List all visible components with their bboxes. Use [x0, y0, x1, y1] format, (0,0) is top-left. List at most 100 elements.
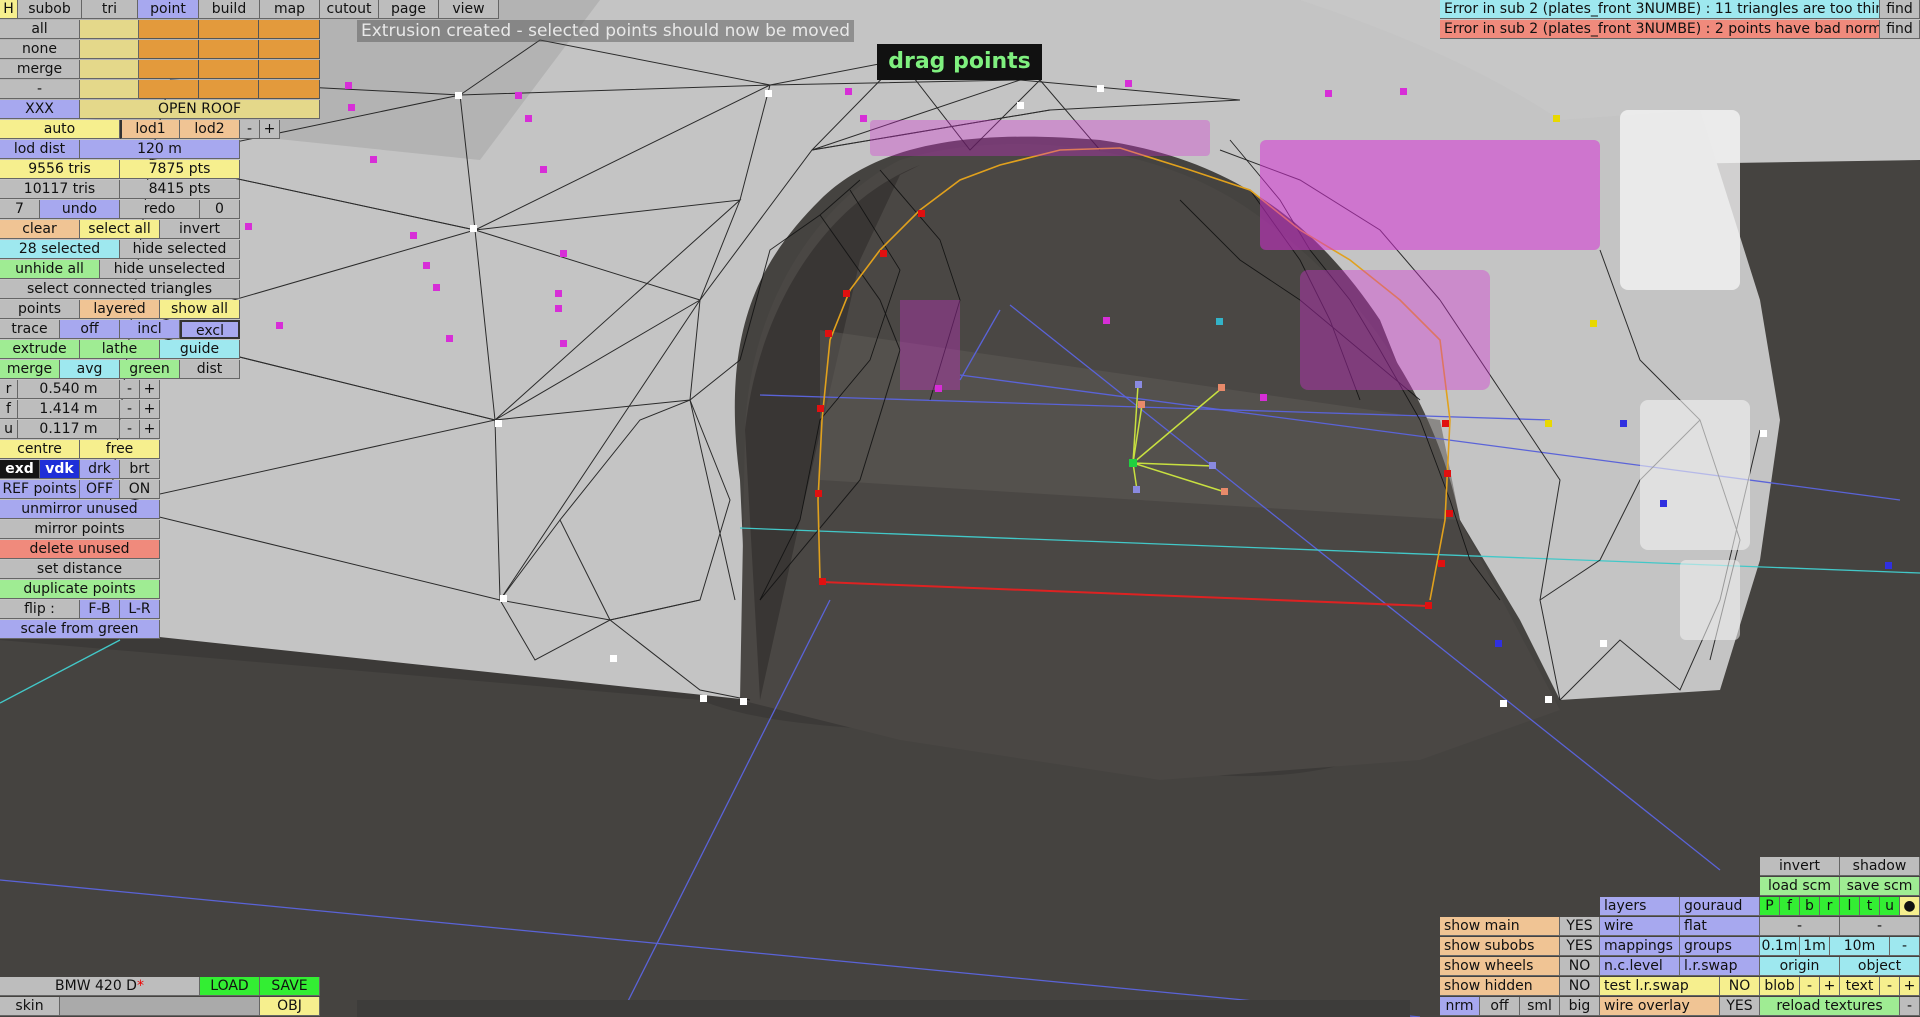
flip-lr-button[interactable]: L-R — [120, 600, 160, 619]
distance-minus[interactable]: - — [1890, 937, 1920, 956]
layer-cell[interactable] — [139, 60, 199, 79]
ref-points-on[interactable]: ON — [120, 480, 160, 499]
distance-0-1m[interactable]: 0.1m — [1760, 937, 1800, 956]
distance-10m[interactable]: 10m — [1830, 937, 1890, 956]
layer-minus-button[interactable]: - — [0, 80, 80, 99]
viewport-3d[interactable] — [0, 0, 1920, 1017]
layer-cell[interactable] — [80, 20, 139, 39]
drk-toggle[interactable]: drk — [80, 460, 120, 479]
layer-merge-button[interactable]: merge — [0, 60, 80, 79]
param-u-plus[interactable]: + — [140, 420, 160, 439]
shadow-button[interactable]: shadow — [1840, 857, 1920, 876]
trace-off-button[interactable]: off — [60, 320, 120, 339]
skin-field[interactable] — [60, 997, 260, 1016]
green-button[interactable]: green — [120, 360, 180, 379]
unhide-all-button[interactable]: unhide all — [0, 260, 100, 279]
layered-view-button[interactable]: layered — [80, 300, 160, 319]
show-wheels-value[interactable]: NO — [1560, 957, 1600, 976]
dash-button[interactable]: - — [1760, 917, 1840, 936]
origin-button[interactable]: origin — [1760, 957, 1840, 976]
invert-button[interactable]: invert — [1760, 857, 1840, 876]
lod-dist-value[interactable]: 120 m — [80, 140, 240, 159]
load-scm-button[interactable]: load scm — [1760, 877, 1840, 896]
load-button[interactable]: LOAD — [200, 977, 260, 996]
trace-incl-button[interactable]: incl — [120, 320, 180, 339]
layer-cell[interactable] — [139, 20, 199, 39]
gouraud-button[interactable]: gouraud — [1680, 897, 1760, 916]
layer-cell[interactable] — [80, 40, 139, 59]
tab-cutout[interactable]: cutout — [320, 0, 379, 19]
text-button[interactable]: text — [1840, 977, 1880, 996]
test-lr-swap-value[interactable]: NO — [1720, 977, 1760, 996]
flat-button[interactable]: flat — [1680, 917, 1760, 936]
layer-none-button[interactable]: none — [0, 40, 80, 59]
tab-subob[interactable]: subob — [18, 0, 82, 19]
view-letter-r[interactable]: r — [1820, 897, 1840, 916]
dist-button[interactable]: dist — [180, 360, 240, 379]
hide-unselected-button[interactable]: hide unselected — [100, 260, 240, 279]
find-button[interactable]: find — [1880, 0, 1920, 19]
mappings-button[interactable]: mappings — [1600, 937, 1680, 956]
test-lr-swap-button[interactable]: test l.r.swap — [1600, 977, 1720, 996]
layer-cell[interactable] — [199, 40, 259, 59]
view-letter-b[interactable]: b — [1800, 897, 1820, 916]
show-hidden-value[interactable]: NO — [1560, 977, 1600, 996]
layer-cell[interactable] — [199, 80, 259, 99]
blob-plus[interactable]: + — [1820, 977, 1840, 996]
wire-overlay-value[interactable]: YES — [1720, 997, 1760, 1016]
param-r-value[interactable]: 0.540 m — [18, 380, 120, 399]
open-roof-button[interactable]: OPEN ROOF — [80, 100, 320, 119]
clear-button[interactable]: clear — [0, 220, 80, 239]
save-button[interactable]: SAVE — [260, 977, 320, 996]
text-plus[interactable]: + — [1900, 977, 1920, 996]
tab-view[interactable]: view — [439, 0, 499, 19]
reload-minus-button[interactable]: - — [1900, 997, 1920, 1016]
save-scm-button[interactable]: save scm — [1840, 877, 1920, 896]
view-dot-icon[interactable]: ● — [1900, 897, 1920, 916]
help-button[interactable]: H — [0, 0, 18, 19]
ref-points-off[interactable]: OFF — [80, 480, 120, 499]
wire-overlay-button[interactable]: wire overlay — [1600, 997, 1720, 1016]
view-letter-l[interactable]: l — [1840, 897, 1860, 916]
centre-button[interactable]: centre — [0, 440, 80, 459]
set-distance-button[interactable]: set distance — [0, 560, 160, 579]
param-r-plus[interactable]: + — [140, 380, 160, 399]
size-big-button[interactable]: big — [1560, 997, 1600, 1016]
distance-1m[interactable]: 1m — [1800, 937, 1830, 956]
wire-button[interactable]: wire — [1600, 917, 1680, 936]
show-main-value[interactable]: YES — [1560, 917, 1600, 936]
exd-toggle[interactable]: exd — [0, 460, 40, 479]
tab-point[interactable]: point — [138, 0, 199, 19]
layer-all-button[interactable]: all — [0, 20, 80, 39]
view-letter-u[interactable]: u — [1880, 897, 1900, 916]
invert-selection-button[interactable]: invert — [160, 220, 240, 239]
points-view-button[interactable]: points — [0, 300, 80, 319]
layer-cell[interactable] — [199, 20, 259, 39]
trace-excl-button[interactable]: excl — [180, 320, 240, 339]
tab-build[interactable]: build — [199, 0, 260, 19]
hide-selected-button[interactable]: hide selected — [120, 240, 240, 259]
blob-button[interactable]: blob — [1760, 977, 1800, 996]
xxx-button[interactable]: XXX — [0, 100, 80, 119]
layer-cell[interactable] — [259, 60, 320, 79]
scale-from-green-button[interactable]: scale from green — [0, 620, 160, 639]
avg-button[interactable]: avg — [60, 360, 120, 379]
select-all-button[interactable]: select all — [80, 220, 160, 239]
layer-cell[interactable] — [80, 60, 139, 79]
obj-button[interactable]: OBJ — [260, 997, 320, 1016]
layers-button[interactable]: layers — [1600, 897, 1680, 916]
extrude-button[interactable]: extrude — [0, 340, 80, 359]
layer-cell[interactable] — [139, 40, 199, 59]
free-button[interactable]: free — [80, 440, 160, 459]
blob-minus[interactable]: - — [1800, 977, 1820, 996]
merge-button[interactable]: merge — [0, 360, 60, 379]
param-u-minus[interactable]: - — [120, 420, 140, 439]
lr-swap-button[interactable]: l.r.swap — [1680, 957, 1760, 976]
layer-cell[interactable] — [259, 20, 320, 39]
vdk-toggle[interactable]: vdk — [40, 460, 80, 479]
lod2-button[interactable]: lod2 — [180, 120, 240, 139]
delete-unused-button[interactable]: delete unused — [0, 540, 160, 559]
layer-cell[interactable] — [139, 80, 199, 99]
skin-button[interactable]: skin — [0, 997, 60, 1016]
view-letter-f[interactable]: f — [1780, 897, 1800, 916]
